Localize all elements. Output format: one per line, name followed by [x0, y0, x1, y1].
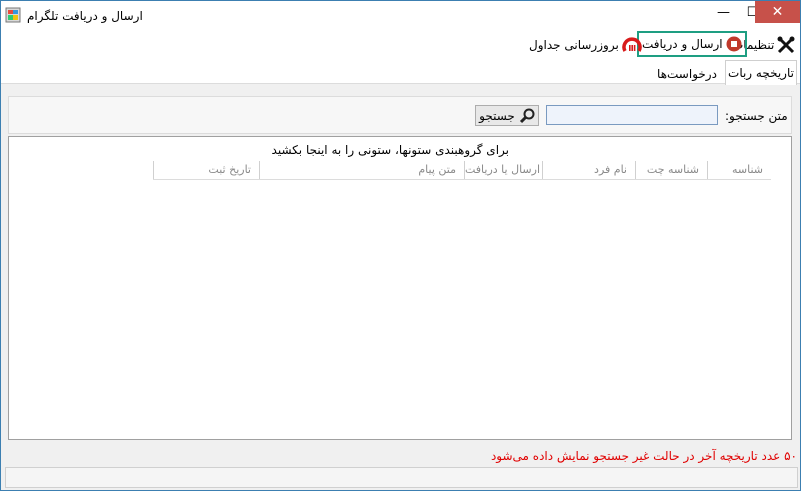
history-grid[interactable]: برای گروهبندی ستونها، ستونی را به اینجا … — [8, 136, 792, 440]
group-by-hint[interactable]: برای گروهبندی ستونها، ستونی را به اینجا … — [9, 143, 509, 157]
send-receive-button[interactable]: ارسال و دریافت — [637, 31, 747, 57]
tab-requests[interactable]: درخواست‌ها — [651, 63, 723, 84]
app-window: ارسال و دریافت تلگرام — ☐ ✕ تنظیمات ارسا… — [0, 0, 801, 491]
search-button[interactable]: جستجو — [475, 105, 539, 126]
minimize-button[interactable]: — — [709, 1, 738, 23]
grid-header-row: شناسه شناسه چت نام فرد ارسال یا دریافت م… — [153, 161, 771, 180]
search-label: متن جستجو: — [725, 109, 788, 123]
app-icon — [5, 7, 21, 23]
column-header-chat-id[interactable]: شناسه چت — [635, 161, 707, 179]
stop-icon — [726, 36, 742, 52]
refresh-tables-label: بروزرسانی جداول — [529, 38, 619, 52]
search-panel: متن جستجو: جستجو — [8, 96, 792, 134]
search-input[interactable] — [546, 105, 718, 125]
footer-note: ۵۰ عدد تاریخچه آخر در حالت غیر جستجو نما… — [490, 449, 797, 463]
window-title: ارسال و دریافت تلگرام — [27, 9, 143, 23]
title-bar[interactable]: ارسال و دریافت تلگرام — ☐ ✕ — [1, 1, 800, 31]
column-header-date[interactable]: تاریخ ثبت — [153, 161, 259, 179]
toolbar: تنظیمات ارسال و دریافت بروزرسانی جداول — [1, 31, 800, 59]
column-header-direction[interactable]: ارسال یا دریافت — [464, 161, 542, 179]
tools-icon — [777, 36, 795, 54]
status-bar — [5, 467, 798, 488]
column-header-person-name[interactable]: نام فرد — [542, 161, 635, 179]
column-header-message-text[interactable]: متن پیام — [259, 161, 464, 179]
column-header-id[interactable]: شناسه — [707, 161, 771, 179]
tab-strip: تاریخچه ربات درخواست‌ها — [1, 59, 800, 85]
refresh-gauge-icon — [622, 37, 642, 52]
close-button[interactable]: ✕ — [755, 1, 800, 23]
search-icon — [519, 108, 535, 123]
tab-bot-history[interactable]: تاریخچه ربات — [725, 60, 797, 85]
search-button-label: جستجو — [479, 108, 515, 123]
send-receive-label: ارسال و دریافت — [642, 37, 723, 51]
refresh-tables-button[interactable]: بروزرسانی جداول — [529, 35, 642, 55]
